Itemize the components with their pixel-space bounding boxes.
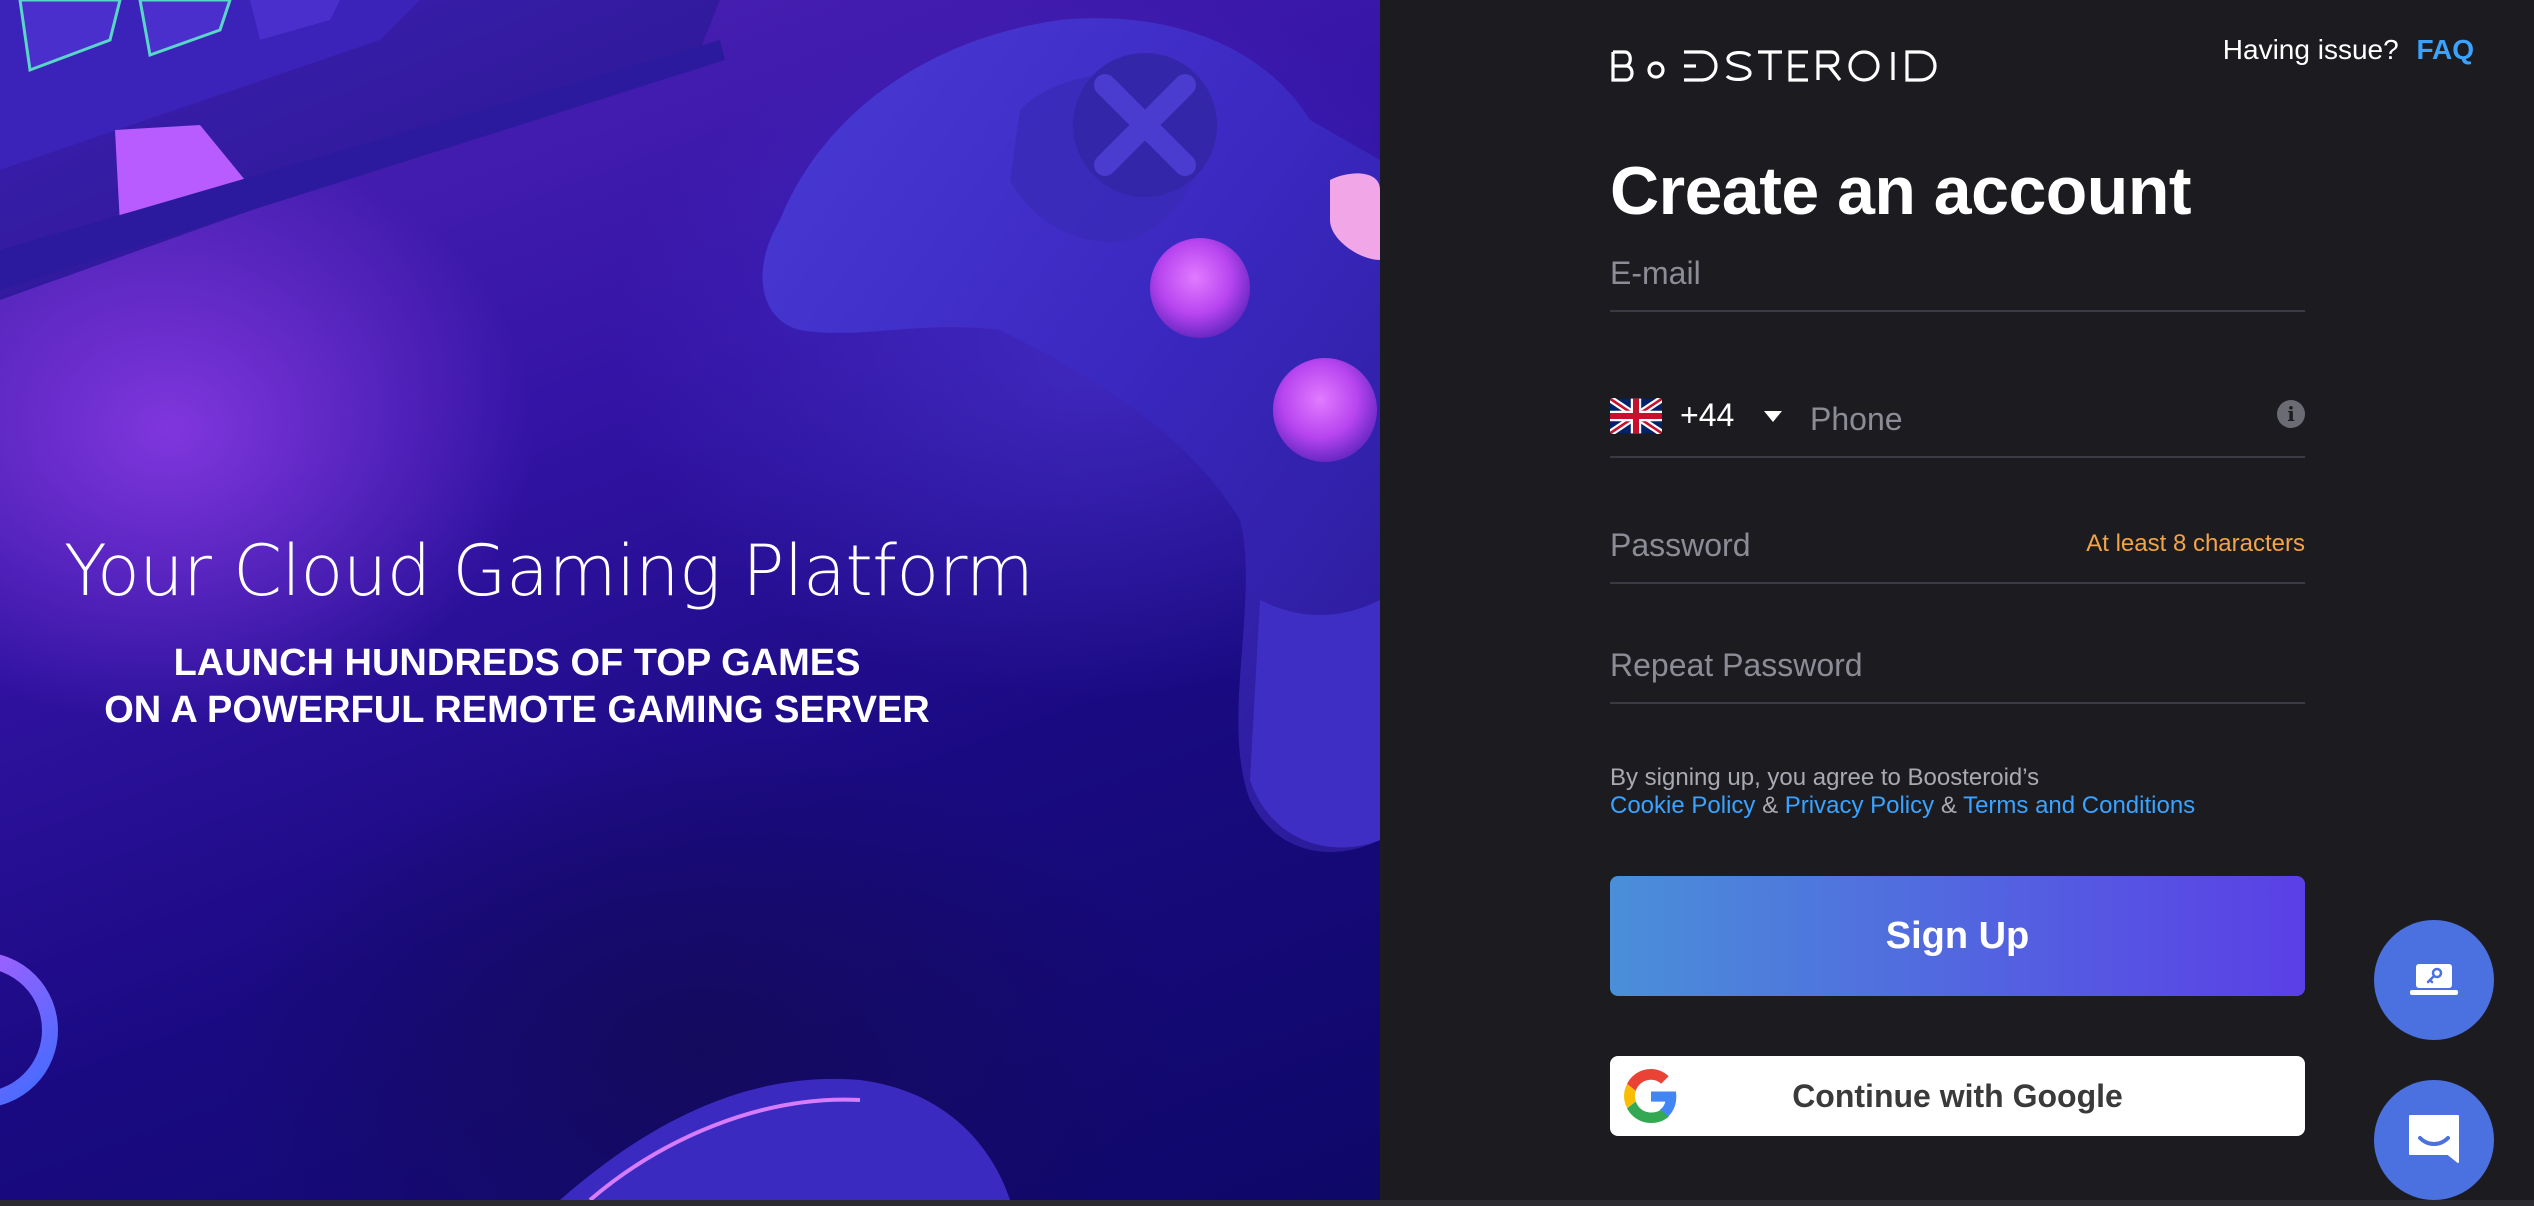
terms-notice: By signing up, you agree to Boosteroid’s… bbox=[1610, 764, 2305, 820]
boosteroid-logo[interactable] bbox=[1610, 48, 1950, 84]
continue-with-google-button[interactable]: Continue with Google bbox=[1610, 1056, 2305, 1136]
info-icon[interactable]: i bbox=[2277, 400, 2305, 428]
phone-placeholder: Phone bbox=[1810, 401, 1903, 437]
privacy-policy-link[interactable]: Privacy Policy bbox=[1785, 792, 1934, 819]
separator: & bbox=[1940, 792, 1957, 819]
ring-graphic bbox=[0, 954, 58, 1106]
chevron-down-icon[interactable] bbox=[1764, 411, 1782, 422]
email-field[interactable]: E-mail bbox=[1610, 240, 2305, 312]
separator: & bbox=[1762, 792, 1779, 819]
cookie-policy-link[interactable]: Cookie Policy bbox=[1610, 792, 1755, 819]
chat-icon bbox=[2409, 1115, 2459, 1163]
signup-form: Create an account E-mail +44 Phone i Pas… bbox=[1610, 140, 2305, 1136]
chat-button[interactable] bbox=[2374, 1080, 2494, 1200]
terms-conditions-link[interactable]: Terms and Conditions bbox=[1963, 792, 2195, 819]
page-title: Create an account bbox=[1610, 153, 2192, 229]
hero-subtitle: LAUNCH HUNDREDS OF TOP GAMES ON A POWERF… bbox=[0, 640, 1034, 734]
help-question: Having issue? bbox=[2222, 34, 2399, 65]
hero-subtitle-line2: ON A POWERFUL REMOTE GAMING SERVER bbox=[104, 689, 930, 731]
google-logo-icon bbox=[1624, 1069, 1677, 1123]
faq-link[interactable]: FAQ bbox=[2416, 34, 2474, 65]
terms-intro: By signing up, you agree to Boosteroid’s bbox=[1610, 764, 2040, 791]
bottom-pad-graphic bbox=[560, 1078, 1010, 1200]
laptop-key-icon bbox=[2410, 964, 2458, 995]
hero-title: Your Cloud Gaming Platform bbox=[64, 530, 1034, 612]
repeat-password-placeholder: Repeat Password bbox=[1610, 647, 1863, 683]
hero-banner: Your Cloud Gaming Platform LAUNCH HUNDRE… bbox=[0, 0, 1380, 1200]
window-bottom-edge bbox=[0, 1200, 2534, 1206]
keyboard-graphic bbox=[0, 0, 725, 300]
email-placeholder: E-mail bbox=[1610, 255, 1701, 291]
remote-access-button[interactable] bbox=[2374, 920, 2494, 1040]
country-code[interactable]: +44 bbox=[1680, 397, 1734, 434]
sign-up-button[interactable]: Sign Up bbox=[1610, 876, 2305, 996]
google-button-label: Continue with Google bbox=[1792, 1077, 2123, 1114]
password-field[interactable]: Password At least 8 characters bbox=[1610, 510, 2305, 584]
uk-flag-icon[interactable] bbox=[1610, 398, 1662, 434]
password-placeholder: Password bbox=[1610, 527, 1751, 563]
repeat-password-field[interactable]: Repeat Password bbox=[1610, 632, 2305, 704]
help-area: Having issue? FAQ bbox=[2223, 34, 2474, 66]
password-hint: At least 8 characters bbox=[2086, 530, 2305, 557]
phone-field[interactable]: +44 Phone i bbox=[1610, 386, 2305, 458]
hero-subtitle-line1: LAUNCH HUNDREDS OF TOP GAMES bbox=[173, 642, 861, 684]
